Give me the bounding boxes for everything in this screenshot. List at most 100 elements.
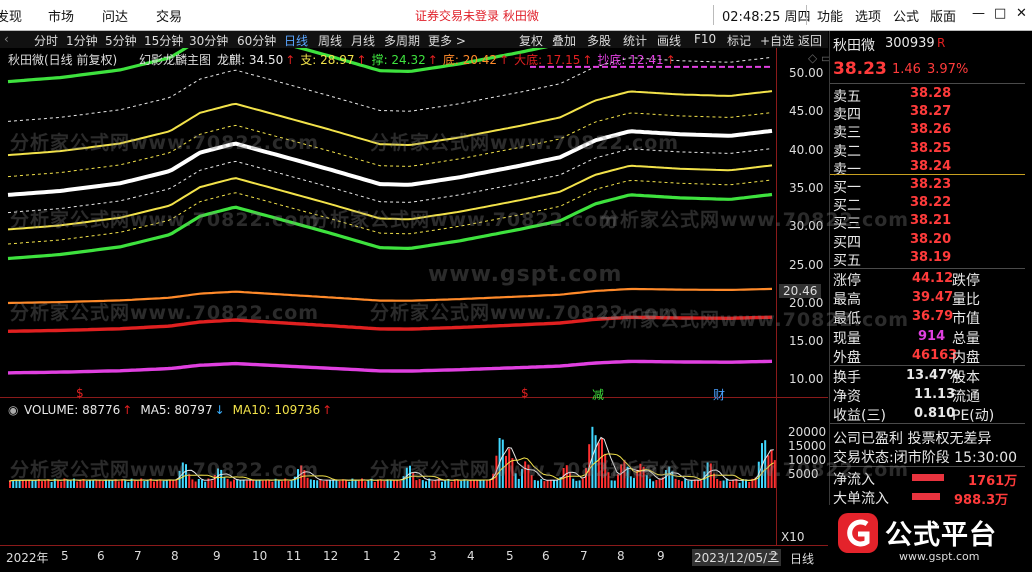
tab-weekly[interactable]: 周线 xyxy=(318,32,342,49)
volume-bar xyxy=(533,480,536,488)
stat-label: 流通 xyxy=(952,389,980,406)
indicator-name[interactable]: 幻影龙麟主图 xyxy=(139,51,211,68)
volume-bar xyxy=(764,440,767,488)
back-button[interactable]: 返回 xyxy=(798,32,822,49)
volume-bar xyxy=(137,481,139,488)
volume-bar xyxy=(261,480,264,488)
menu-layout[interactable]: 版面 xyxy=(930,6,956,25)
volume-bar xyxy=(652,481,655,488)
volume-bar xyxy=(21,479,24,488)
volume-bar xyxy=(639,463,642,488)
volume-bar xyxy=(505,455,507,488)
tab-1min[interactable]: 1分钟 xyxy=(66,32,98,49)
volume-bar xyxy=(601,438,603,488)
tab-intraday[interactable]: 分时 xyxy=(34,32,58,49)
volume-bar xyxy=(383,481,386,488)
legend-item: MA10: 109736 xyxy=(232,403,321,417)
restore-rights-button[interactable]: 复权 xyxy=(519,32,543,49)
volume-bar xyxy=(239,480,242,488)
chart-title: 秋田微(日线 前复权) xyxy=(8,53,118,67)
volume-bar xyxy=(527,464,530,488)
mark-button[interactable]: 标记 xyxy=(727,32,751,49)
volume-bar xyxy=(306,477,309,488)
menu-options[interactable]: 选项 xyxy=(855,6,881,25)
price-volume-chart[interactable] xyxy=(0,48,828,546)
collapse-icon[interactable]: ‹ xyxy=(4,32,9,46)
add-watchlist-button[interactable]: +自选 xyxy=(760,32,794,49)
volume-bar xyxy=(313,480,315,488)
volume-bar xyxy=(60,481,63,488)
f10-button[interactable]: F10 xyxy=(694,32,716,46)
volume-bar xyxy=(716,479,719,488)
volume-bar xyxy=(9,481,11,488)
volume-bar xyxy=(645,475,648,488)
tab-15min[interactable]: 15分钟 xyxy=(144,32,183,49)
tab-daily[interactable]: 日线 xyxy=(284,32,308,49)
volume-bar xyxy=(572,478,575,488)
stat-value: 36.79 xyxy=(912,309,954,325)
close-icon[interactable]: ✕ xyxy=(1016,6,1027,21)
ask-label: 卖五 xyxy=(833,89,861,105)
tab-multi-period[interactable]: 多周期 xyxy=(384,32,420,49)
menu-discover[interactable]: 发现 xyxy=(0,6,22,25)
ask-label: 卖四 xyxy=(833,107,861,124)
legend-arrow: ↓ xyxy=(214,403,225,417)
legend-arrow: ↑ xyxy=(582,53,593,67)
tab-5min[interactable]: 5分钟 xyxy=(105,32,137,49)
volume-bar xyxy=(729,481,731,488)
legend-item: MA5: 80797 xyxy=(140,403,213,417)
tab-30min[interactable]: 30分钟 xyxy=(189,32,228,49)
volume-bar xyxy=(332,480,335,488)
statistics-button[interactable]: 统计 xyxy=(623,32,647,49)
menu-formula[interactable]: 公式 xyxy=(893,6,919,25)
volume-bar xyxy=(338,480,341,488)
date-axis: 2022年 5 6 7 8 9 10 11 12 1 2 3 4 5 6 7 8 9 2023/12/05/二 2 日… xyxy=(0,546,828,572)
date-label: 1 xyxy=(363,549,371,563)
date-label: 6 xyxy=(97,549,105,563)
volume-bar xyxy=(373,482,376,488)
volume-bar xyxy=(329,480,331,488)
minimize-icon[interactable]: — xyxy=(972,6,985,21)
date-label: 8 xyxy=(617,549,625,563)
bid-price: 38.21 xyxy=(910,213,952,229)
volume-bar xyxy=(425,481,427,488)
stat-value: 39.47 xyxy=(912,290,954,306)
price-tick: 40.00 xyxy=(789,142,824,157)
tab-60min[interactable]: 60分钟 xyxy=(237,32,276,49)
volume-bar xyxy=(175,479,178,488)
volume-bar xyxy=(117,481,120,488)
volume-bar xyxy=(325,479,328,488)
volume-bar xyxy=(681,481,683,488)
tab-monthly[interactable]: 月线 xyxy=(351,32,375,49)
volume-bar xyxy=(690,480,693,488)
draw-line-button[interactable]: 画线 xyxy=(657,32,681,49)
price-change-pct: 3.97% xyxy=(927,62,969,77)
overlay-button[interactable]: 叠加 xyxy=(552,32,576,49)
date-label: 7 xyxy=(580,549,588,563)
stat-label: 净资 xyxy=(833,389,861,406)
volume-bar xyxy=(697,480,699,488)
date-label: 2023/12/05/二 xyxy=(692,549,782,566)
stat-label: 总量 xyxy=(952,330,980,347)
stock-code: 300939 xyxy=(885,36,935,51)
menu-trade[interactable]: 交易 xyxy=(156,6,182,25)
menu-market[interactable]: 市场 xyxy=(48,6,74,25)
tab-more[interactable]: 更多 > xyxy=(428,32,466,49)
volume-bar xyxy=(677,479,680,488)
volume-bar xyxy=(194,481,197,488)
volume-collapse-icon[interactable]: ◉ xyxy=(8,403,18,417)
volume-bar xyxy=(124,479,127,488)
multi-stock-button[interactable]: 多股 xyxy=(587,32,611,49)
menu-wenda[interactable]: 问达 xyxy=(102,6,128,25)
volume-bar xyxy=(281,481,283,488)
login-notice[interactable]: 证券交易未登录 秋田微 xyxy=(415,7,539,24)
volume-bar xyxy=(655,480,658,488)
stat-label: 现量 xyxy=(833,330,861,347)
volume-bar xyxy=(341,479,344,488)
menu-function[interactable]: 功能 xyxy=(817,6,843,25)
bid-price: 38.20 xyxy=(910,231,952,247)
price-tick: 50.00 xyxy=(789,66,824,80)
legend-item: 底: 20.42 xyxy=(442,53,498,67)
maximize-icon[interactable]: □ xyxy=(994,6,1006,21)
volume-bar xyxy=(684,478,687,488)
